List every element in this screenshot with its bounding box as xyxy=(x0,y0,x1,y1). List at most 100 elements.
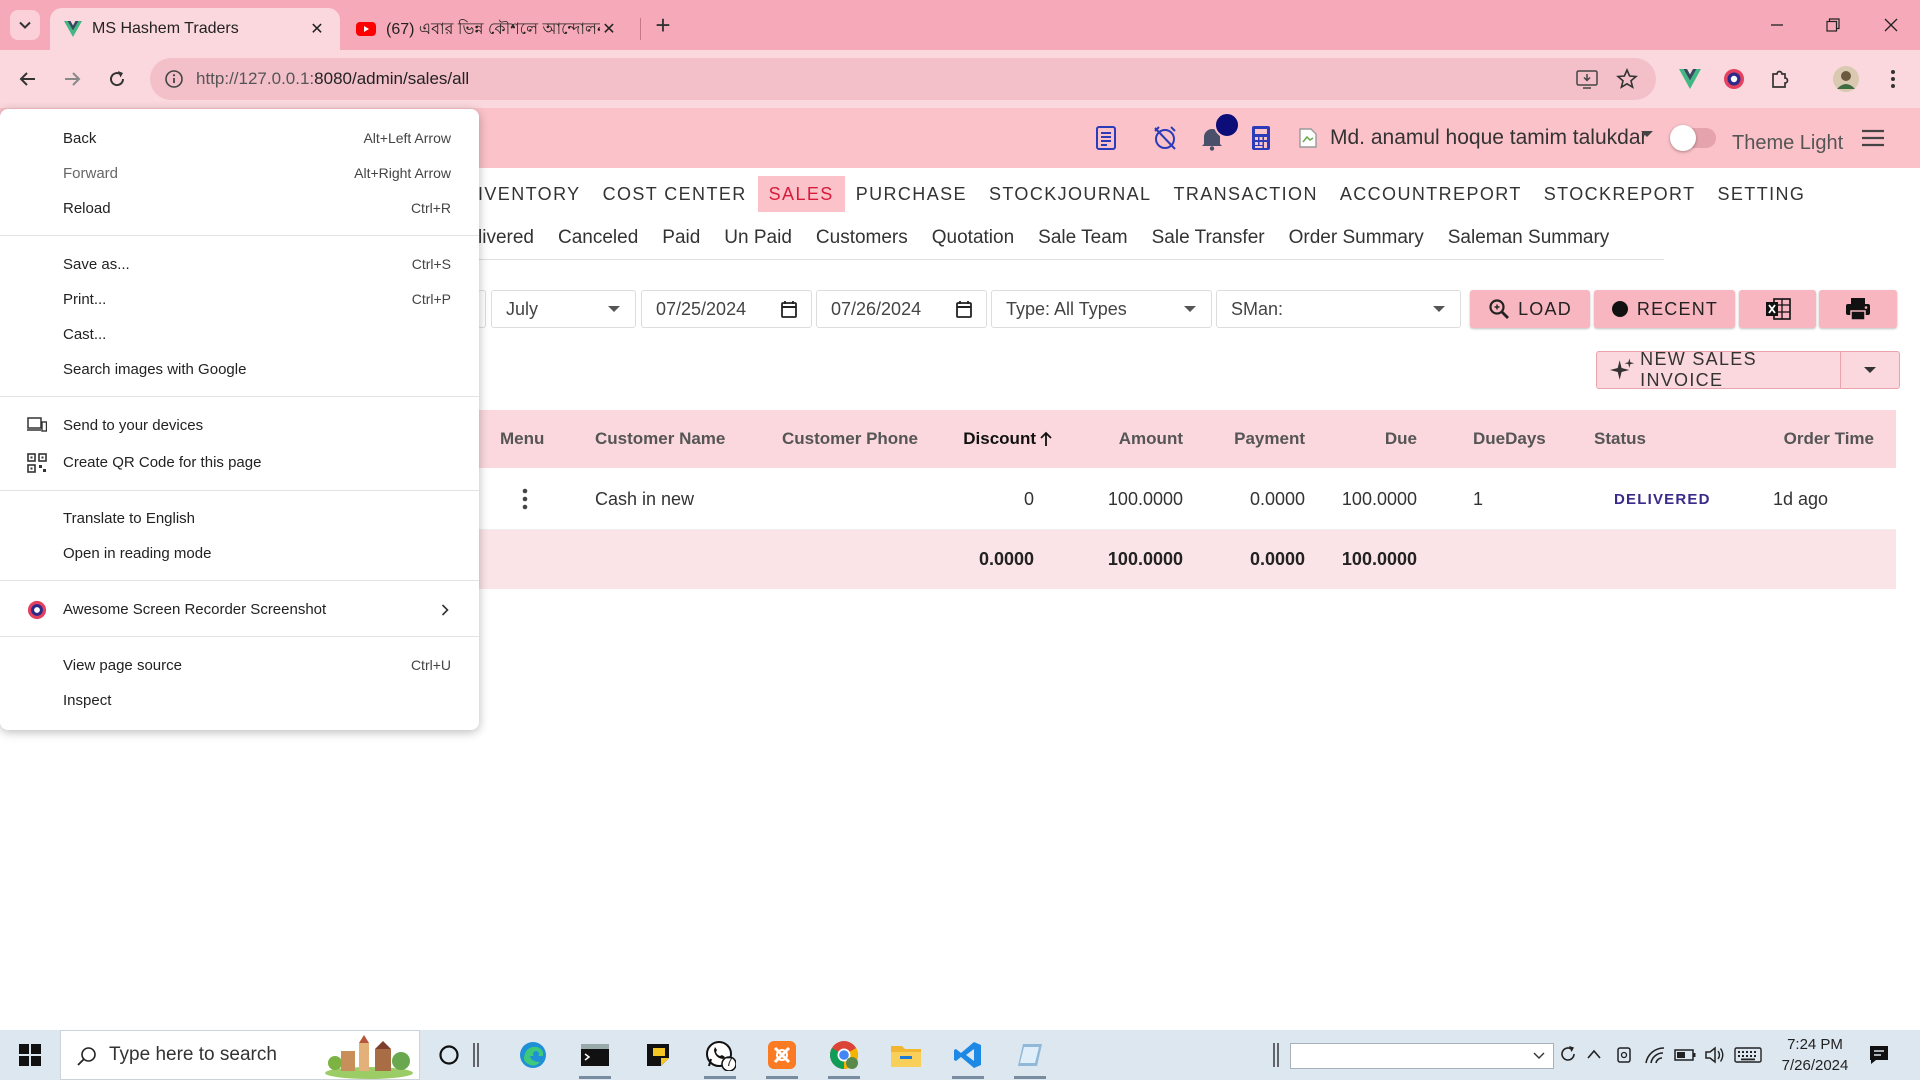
address-toolbar-input[interactable] xyxy=(1290,1043,1554,1069)
nav-inventory[interactable]: IVENTORY xyxy=(478,176,592,212)
notification-center-icon[interactable] xyxy=(1868,1044,1890,1066)
back-button[interactable] xyxy=(12,63,44,95)
window-close-button[interactable] xyxy=(1864,0,1918,50)
tab-youtube[interactable]: (67) এবার ভিন্ন কৌশলে আন্দোলন ✕ xyxy=(342,8,632,50)
volume-icon[interactable] xyxy=(1704,1045,1726,1065)
new-invoice-dropdown[interactable] xyxy=(1841,366,1899,374)
taskbar-whatsapp[interactable]: 7 xyxy=(696,1035,744,1079)
date-to-input[interactable]: 07/26/2024 xyxy=(816,290,987,328)
close-icon[interactable]: ✕ xyxy=(308,20,326,38)
menu-item-forward[interactable]: Forward Alt+Right Arrow xyxy=(0,157,479,189)
menu-item-reload[interactable]: Reload Ctrl+R xyxy=(0,192,479,224)
taskbar-file-explorer[interactable] xyxy=(882,1035,930,1075)
print-button[interactable] xyxy=(1819,290,1897,328)
minimize-button[interactable] xyxy=(1750,0,1804,50)
menu-item-inspect[interactable]: Inspect xyxy=(0,684,479,716)
menu-item-send-to-devices[interactable]: Send to your devices xyxy=(0,409,479,441)
restore-button[interactable] xyxy=(1806,0,1860,50)
meet-now-icon[interactable] xyxy=(1616,1045,1632,1065)
row-menu-button[interactable] xyxy=(522,468,528,530)
url-text[interactable]: http://127.0.0.1:8080/admin/sales/all xyxy=(196,69,469,89)
calculator-button[interactable] xyxy=(1245,122,1277,154)
caret-down-icon[interactable] xyxy=(1640,129,1654,139)
subnav-paid[interactable]: Paid xyxy=(650,220,712,256)
nav-purchase[interactable]: PURCHASE xyxy=(845,176,978,212)
menu-item-save-as[interactable]: Save as... Ctrl+S xyxy=(0,248,479,280)
wifi-icon[interactable] xyxy=(1644,1045,1666,1065)
close-icon[interactable]: ✕ xyxy=(600,20,618,38)
taskbar-chrome[interactable] xyxy=(820,1035,868,1079)
taskbar-sticky-notes[interactable] xyxy=(634,1035,682,1075)
new-sales-invoice-main[interactable]: NEW SALES INVOICE xyxy=(1597,349,1841,390)
hamburger-menu-button[interactable] xyxy=(1857,122,1889,154)
info-icon[interactable] xyxy=(164,69,184,89)
start-button[interactable] xyxy=(0,1030,60,1080)
subnav-sale-transfer[interactable]: Sale Transfer xyxy=(1140,220,1277,256)
chevron-up-icon[interactable] xyxy=(1586,1048,1602,1060)
recent-button[interactable]: RECENT xyxy=(1594,290,1735,328)
chevron-down-icon[interactable] xyxy=(1533,1052,1545,1060)
alarm-off-button[interactable] xyxy=(1149,122,1181,154)
system-clock[interactable]: 7:24 PM 7/26/2024 xyxy=(1770,1034,1860,1076)
vue-devtools-extension[interactable] xyxy=(1674,63,1706,95)
new-sales-invoice-button[interactable]: NEW SALES INVOICE xyxy=(1596,349,1900,390)
col-customer-name[interactable]: Customer Name xyxy=(595,410,725,468)
bookmark-star-icon[interactable] xyxy=(1616,68,1638,90)
nav-cost-center[interactable]: COST CENTER xyxy=(592,176,758,212)
theme-toggle[interactable] xyxy=(1670,125,1716,151)
col-status[interactable]: Status xyxy=(1594,410,1646,468)
profile-avatar[interactable] xyxy=(1830,63,1862,95)
subnav-order-summary[interactable]: Order Summary xyxy=(1277,220,1436,256)
salesman-select[interactable]: SMan: xyxy=(1216,290,1461,328)
tab-ms-hashem-traders[interactable]: MS Hashem Traders ✕ xyxy=(50,8,340,50)
menu-item-qr-code[interactable]: Create QR Code for this page xyxy=(0,446,479,478)
taskbar-vscode[interactable] xyxy=(944,1035,992,1079)
export-excel-button[interactable] xyxy=(1739,290,1816,328)
col-customer-phone[interactable]: Customer Phone xyxy=(782,410,918,468)
col-discount[interactable]: Discount xyxy=(958,410,1053,468)
browser-menu-button[interactable] xyxy=(1877,63,1909,95)
subnav-quotation[interactable]: Quotation xyxy=(920,220,1026,256)
battery-icon[interactable] xyxy=(1674,1048,1696,1062)
nav-sales[interactable]: SALES xyxy=(757,176,845,212)
nav-stockreport[interactable]: STOCKREPORT xyxy=(1533,176,1707,212)
menu-item-search-images[interactable]: Search images with Google xyxy=(0,353,479,385)
menu-item-reading-mode[interactable]: Open in reading mode xyxy=(0,537,479,569)
subnav-unpaid[interactable]: Un Paid xyxy=(712,220,804,256)
refresh-icon[interactable] xyxy=(1558,1044,1578,1064)
nav-accountreport[interactable]: ACCOUNTREPORT xyxy=(1329,176,1533,212)
menu-item-view-source[interactable]: View page source Ctrl+U xyxy=(0,649,479,681)
subnav-canceled[interactable]: Canceled xyxy=(546,220,650,256)
user-name[interactable]: Md. anamul hoque tamim talukdar xyxy=(1330,126,1648,150)
tab-search-button[interactable] xyxy=(10,10,40,40)
col-due-days[interactable]: DueDays xyxy=(1473,410,1546,468)
reload-button[interactable] xyxy=(101,63,133,95)
partial-field[interactable] xyxy=(478,290,486,328)
menu-item-translate[interactable]: Translate to English xyxy=(0,502,479,534)
subnav-delivered[interactable]: livered xyxy=(478,220,546,256)
nav-stockjournal[interactable]: STOCKJOURNAL xyxy=(978,176,1163,212)
subnav-customers[interactable]: Customers xyxy=(804,220,920,256)
address-bar[interactable]: http://127.0.0.1:8080/admin/sales/all xyxy=(150,58,1656,100)
calendar-icon[interactable] xyxy=(956,300,972,318)
col-amount[interactable]: Amount xyxy=(1078,410,1183,468)
menu-item-print[interactable]: Print... Ctrl+P xyxy=(0,283,479,315)
taskbar-edge[interactable] xyxy=(509,1035,557,1075)
new-tab-button[interactable]: + xyxy=(648,10,678,40)
nav-transaction[interactable]: TRANSACTION xyxy=(1162,176,1328,212)
col-order-time[interactable]: Order Time xyxy=(1738,410,1874,468)
table-row[interactable]: Cash in new 0 100.0000 0.0000 100.0000 1… xyxy=(478,468,1896,530)
col-payment[interactable]: Payment xyxy=(1198,410,1305,468)
subnav-saleman-summary[interactable]: Saleman Summary xyxy=(1436,220,1622,256)
user-avatar[interactable] xyxy=(1292,122,1324,154)
calendar-icon[interactable] xyxy=(781,300,797,318)
menu-item-screen-recorder[interactable]: Awesome Screen Recorder Screenshot xyxy=(0,593,479,625)
forward-button[interactable] xyxy=(56,63,88,95)
type-select[interactable]: Type: All Types xyxy=(991,290,1212,328)
taskbar-search[interactable]: Type here to search xyxy=(60,1030,420,1080)
extensions-button[interactable] xyxy=(1764,63,1796,95)
col-due[interactable]: Due xyxy=(1328,410,1417,468)
date-from-input[interactable]: 07/25/2024 xyxy=(641,290,812,328)
keyboard-icon[interactable] xyxy=(1734,1047,1762,1063)
screen-recorder-extension[interactable] xyxy=(1718,63,1750,95)
